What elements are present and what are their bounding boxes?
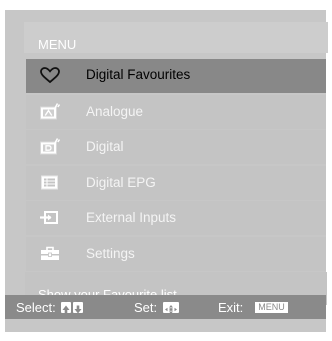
menu-item-digital-epg[interactable]: Digital EPG: [26, 165, 326, 200]
toolbox-icon: [40, 245, 60, 262]
epg-icon: [40, 174, 60, 191]
menu-item-label: Digital: [86, 139, 124, 154]
menu-item-label: Analogue: [86, 103, 144, 119]
heart-icon: [40, 67, 60, 84]
up-arrow-key-icon: [61, 302, 71, 314]
menu-item-settings[interactable]: Settings: [26, 236, 326, 271]
footer-bar: Select: Set: Exit: MENU: [5, 295, 326, 319]
analogue-tv-icon: [40, 102, 61, 120]
set-label: Set:: [134, 300, 158, 315]
dpad-key-icon: [163, 302, 179, 314]
menu-panel: MENU Digital Favourites Analogue Digital…: [5, 10, 328, 332]
down-arrow-key-icon: [73, 302, 83, 314]
select-label: Select:: [16, 300, 56, 315]
menu-item-label: External Inputs: [86, 210, 177, 225]
digital-tv-icon: [40, 138, 61, 155]
menu-item-label: Digital Favourites: [86, 67, 191, 82]
menu-key: MENU: [255, 302, 288, 313]
exit-label: Exit:: [218, 300, 244, 315]
external-input-icon: [40, 209, 60, 226]
menu-item-external-inputs[interactable]: External Inputs: [26, 201, 326, 235]
menu-title: MENU: [38, 37, 77, 52]
menu-item-label: Settings: [86, 245, 135, 261]
menu-item-analogue[interactable]: Analogue: [26, 94, 326, 129]
menu-item-digital[interactable]: Digital: [26, 130, 326, 164]
menu-item-label: Digital EPG: [86, 174, 156, 190]
menu-list: Digital Favourites Analogue Digital Digi…: [26, 59, 326, 272]
menu-item-digital-favourites[interactable]: Digital Favourites: [26, 59, 326, 93]
menu-header: MENU: [24, 22, 328, 53]
